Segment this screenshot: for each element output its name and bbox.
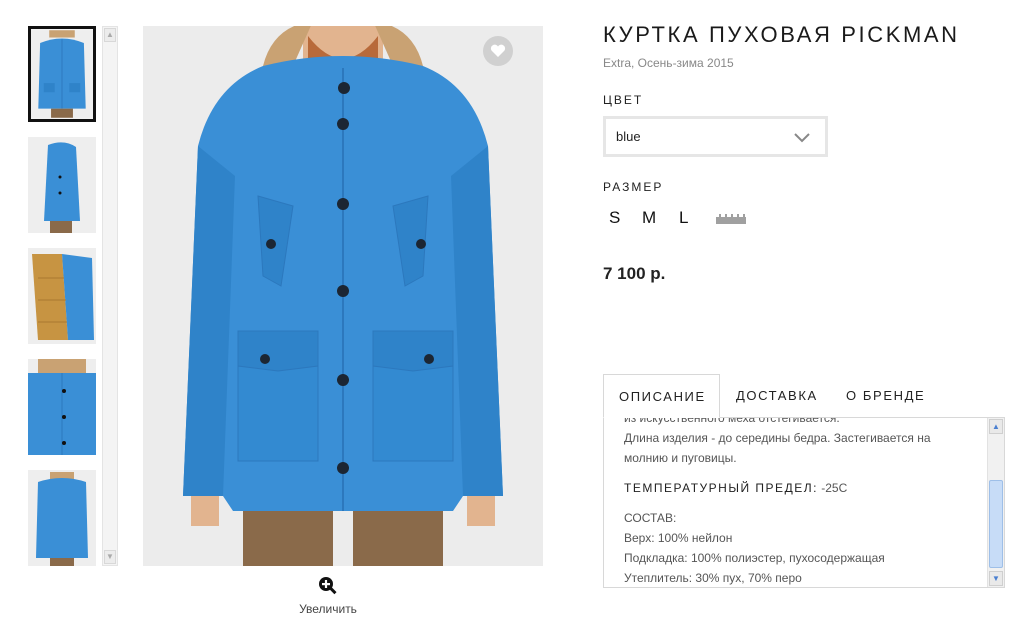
- size-option-s[interactable]: S: [609, 208, 620, 228]
- zoom-label: Увеличить: [299, 602, 357, 616]
- scroll-up-icon[interactable]: ▲: [104, 28, 116, 42]
- description-line: Длина изделия - до середины бедра. Засте…: [624, 431, 931, 445]
- tab-description[interactable]: ОПИСАНИЕ: [603, 374, 720, 418]
- scroll-down-icon[interactable]: ▼: [989, 571, 1003, 586]
- temperature-value: -25C: [821, 481, 848, 495]
- size-option-m[interactable]: M: [642, 208, 656, 228]
- chevron-down-icon: [794, 133, 810, 143]
- composition-line: Подкладка: 100% полиэстер, пухосодержаща…: [624, 551, 885, 565]
- main-product-image[interactable]: [143, 26, 543, 566]
- product-subtitle: Extra, Осень-зима 2015: [603, 56, 734, 70]
- description-panel: из искусственного меха отстегивается. Дл…: [603, 417, 1005, 588]
- color-select[interactable]: blue: [603, 116, 828, 157]
- composition-label: СОСТАВ:: [624, 511, 677, 525]
- tab-brand[interactable]: О БРЕНДЕ: [846, 374, 925, 418]
- scroll-down-icon[interactable]: ▼: [104, 550, 116, 564]
- thumbnail-strip: [28, 26, 98, 566]
- temperature-label: ТЕМПЕРАТУРНЫЙ ПРЕДЕЛ:: [624, 481, 818, 495]
- thumbnail-back[interactable]: [28, 470, 96, 566]
- composition-line: Утеплитель: 30% пух, 70% перо: [624, 571, 802, 585]
- product-title: КУРТКА ПУХОВАЯ PICKMAN: [603, 22, 960, 47]
- color-select-value: blue: [616, 129, 641, 144]
- favorite-button[interactable]: [483, 36, 513, 66]
- info-tabs: ОПИСАНИЕ ДОСТАВКА О БРЕНДЕ: [603, 374, 1005, 418]
- zoom-button[interactable]: Увеличить: [290, 576, 366, 616]
- color-label: ЦВЕТ: [603, 93, 644, 107]
- tab-delivery[interactable]: ДОСТАВКА: [736, 374, 818, 418]
- thumbnail-front[interactable]: [28, 26, 96, 122]
- zoom-in-icon: [319, 577, 337, 595]
- thumbnail-scrollbar[interactable]: ▲ ▼: [102, 26, 118, 566]
- size-label: РАЗМЕР: [603, 180, 664, 194]
- description-text: из искусственного меха отстегивается. Дл…: [624, 417, 984, 587]
- composition-line: Верх: 100% нейлон: [624, 531, 733, 545]
- thumbnail-side[interactable]: [28, 137, 96, 233]
- size-option-l[interactable]: L: [679, 208, 688, 228]
- thumbnail-detail[interactable]: [28, 359, 96, 455]
- scrollbar-thumb[interactable]: [989, 480, 1003, 568]
- description-scrollbar[interactable]: ▲ ▼: [987, 418, 1004, 587]
- description-line: молнию и пуговицы.: [624, 451, 737, 465]
- product-price: 7 100 р.: [603, 264, 666, 283]
- heart-icon: [490, 44, 506, 57]
- scroll-up-icon[interactable]: ▲: [989, 419, 1003, 434]
- thumbnail-lining[interactable]: [28, 248, 96, 344]
- temperature-row: ТЕМПЕРАТУРНЫЙ ПРЕДЕЛ: -25C: [624, 478, 984, 498]
- description-line: из искусственного меха отстегивается.: [624, 417, 840, 425]
- ruler-icon[interactable]: [716, 214, 746, 224]
